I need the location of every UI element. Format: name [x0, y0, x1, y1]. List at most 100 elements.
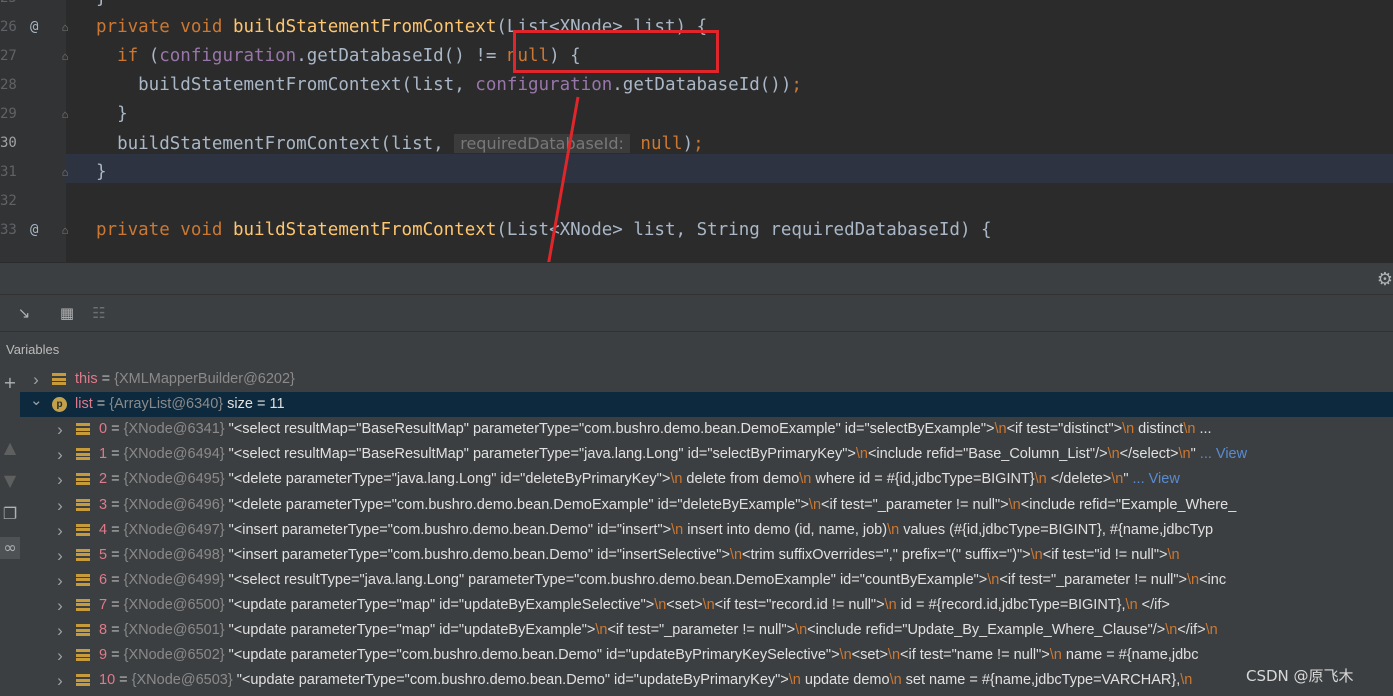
- equals-sign: =: [107, 571, 124, 588]
- chevron-right-icon[interactable]: ›: [54, 543, 66, 568]
- gutter-line[interactable]: 29 ⌂: [0, 100, 68, 129]
- variable-child-row[interactable]: › 0 = {XNode@6341} "<select resultMap="Ba…: [20, 417, 1393, 442]
- equals-sign: =: [107, 596, 124, 613]
- override-marker-icon[interactable]: @: [30, 13, 38, 42]
- chevron-right-icon[interactable]: ›: [54, 568, 66, 593]
- code-line[interactable]: }: [66, 158, 1393, 187]
- variable-value: "<update parameterType="com.bushro.demo.…: [224, 647, 1199, 664]
- chevron-right-icon[interactable]: ›: [54, 593, 66, 618]
- chevron-right-icon[interactable]: ›: [54, 643, 66, 668]
- code-token: private: [96, 17, 181, 37]
- variable-ref: {XNode@6497}: [123, 521, 225, 538]
- variables-side-strip: + ▲ ▼ ❐ ∞: [0, 367, 20, 696]
- code-token: }: [96, 162, 107, 182]
- code-token: if: [96, 46, 149, 66]
- code-line-current[interactable]: buildStatementFromContext(list, required…: [66, 129, 1393, 158]
- variables-header: Variables: [0, 331, 1393, 368]
- step-cursor-icon[interactable]: ↘: [13, 303, 35, 323]
- chevron-right-icon[interactable]: ›: [54, 467, 66, 492]
- code-token: configuration: [475, 75, 613, 95]
- variable-child-row[interactable]: › 10 = {XNode@6503} "<update parameterTyp…: [20, 668, 1393, 693]
- line-number: 30: [0, 135, 17, 151]
- variable-row[interactable]: › this = {XMLMapperBuilder@6202}: [20, 367, 1393, 392]
- variable-child-row[interactable]: › 6 = {XNode@6499} "<select resultType="j…: [20, 568, 1393, 593]
- code-token: buildStatementFromContext: [232, 220, 497, 240]
- code-editor[interactable]: 25}26@⌂private void buildStatementFromCo…: [0, 0, 1393, 262]
- code-line[interactable]: }: [66, 0, 1393, 13]
- gutter-line[interactable]: 30: [0, 129, 66, 158]
- chevron-right-icon[interactable]: ›: [54, 417, 66, 442]
- add-icon[interactable]: +: [0, 372, 20, 394]
- table-icon[interactable]: ▦: [56, 303, 78, 323]
- field-icon: [76, 649, 90, 662]
- arrow-up-icon[interactable]: ▲: [0, 437, 20, 459]
- variable-value: "<delete parameterType="java.lang.Long" …: [224, 471, 1180, 488]
- code-line[interactable]: if (configuration.getDatabaseId() != nul…: [66, 42, 1393, 71]
- code-line[interactable]: [66, 187, 1393, 216]
- field-icon: [52, 373, 66, 385]
- override-marker-icon[interactable]: @: [30, 216, 38, 245]
- variable-ref: {XNode@6503}: [131, 672, 233, 689]
- variable-name: 10: [99, 672, 116, 689]
- variable-name: 8: [99, 622, 108, 638]
- watermark: CSDN @原飞木: [1246, 667, 1354, 685]
- chevron-right-icon[interactable]: ›: [54, 442, 66, 467]
- variable-name: 6: [99, 571, 108, 588]
- debug-panel-header: ⚙: [0, 262, 1393, 295]
- variable-child-row[interactable]: › 4 = {XNode@6497} "<insert parameterType…: [20, 518, 1393, 543]
- equals-sign: =: [107, 647, 124, 664]
- variable-value: "<update parameterType="map" id="updateB…: [224, 596, 1170, 613]
- variable-child-row[interactable]: › 9 = {XNode@6502} "<update parameterType…: [20, 643, 1393, 668]
- variable-value: size = 11: [223, 396, 285, 413]
- chevron-down-icon[interactable]: ⌄: [30, 388, 43, 413]
- variable-ref: {XNode@6494}: [123, 446, 225, 463]
- chevron-right-icon[interactable]: ›: [54, 493, 66, 518]
- code-line[interactable]: private void buildStatementFromContext(L…: [66, 216, 1393, 245]
- gear-icon[interactable]: ⚙: [1377, 269, 1393, 290]
- arrow-down-icon[interactable]: ▼: [0, 470, 20, 492]
- variable-child-row[interactable]: › 2 = {XNode@6495} "<delete parameterType…: [20, 467, 1393, 492]
- glasses-icon[interactable]: ∞: [0, 537, 20, 559]
- chevron-right-icon[interactable]: ›: [54, 668, 66, 693]
- chevron-right-icon[interactable]: ›: [54, 518, 66, 543]
- code-line[interactable]: buildStatementFromContext(list, configur…: [66, 71, 1393, 100]
- variable-child-row[interactable]: › 1 = {XNode@6494} "<select resultMap="Ba…: [20, 442, 1393, 467]
- variable-row[interactable]: ⌄ p list = {ArrayList@6340} size = 11: [20, 392, 1393, 418]
- line-number: 26: [0, 19, 17, 35]
- field-icon: [76, 598, 90, 611]
- variable-value: "<select resultType="java.lang.Long" par…: [224, 571, 1227, 588]
- code-token: ;: [791, 75, 802, 95]
- code-token: }: [96, 0, 107, 8]
- field-icon: [76, 548, 90, 561]
- code-line[interactable]: }: [66, 100, 1393, 129]
- gutter-line[interactable]: 33 @ ⌂: [0, 216, 68, 245]
- code-line[interactable]: private void buildStatementFromContext(L…: [66, 13, 1393, 42]
- variable-name: 1: [99, 446, 108, 463]
- variable-name: 3: [99, 496, 108, 513]
- gutter-line[interactable]: 26 @ ⌂: [0, 13, 68, 42]
- equals-sign: =: [107, 622, 124, 638]
- grid-off-icon[interactable]: ☷: [88, 303, 110, 323]
- variable-child-row[interactable]: › 8 = {XNode@6501} "<update parameterType…: [20, 618, 1393, 643]
- code-token: ): [682, 134, 694, 154]
- field-icon: [76, 498, 90, 511]
- variables-tree[interactable]: › this = {XMLMapperBuilder@6202} ⌄ p list = …: [20, 367, 1393, 696]
- code-token: buildStatementFromContext: [232, 17, 497, 37]
- copy-icon[interactable]: ❐: [0, 503, 20, 525]
- code-token: ;: [693, 134, 704, 154]
- variable-child-row[interactable]: › 7 = {XNode@6500} "<update parameterType…: [20, 593, 1393, 618]
- line-number: 29: [0, 106, 17, 122]
- equals-sign: =: [115, 672, 132, 689]
- gutter-line[interactable]: 31 ⌂: [0, 158, 68, 187]
- variable-child-row[interactable]: › 3 = {XNode@6496} "<delete parameterType…: [20, 493, 1393, 518]
- gutter-line[interactable]: 28: [0, 71, 66, 100]
- chevron-right-icon[interactable]: ›: [54, 618, 66, 643]
- debug-toolbar: ↘ ▦ ☷: [0, 294, 1393, 331]
- gutter-line[interactable]: 25: [0, 0, 66, 13]
- variable-value: "<insert parameterType="com.bushro.demo.…: [224, 521, 1214, 538]
- code-token: null: [629, 134, 683, 154]
- gutter-line[interactable]: 27 ⌂: [0, 42, 68, 71]
- gutter-line[interactable]: 32: [0, 187, 66, 216]
- variable-value: "<insert parameterType="com.bushro.demo.…: [224, 546, 1180, 563]
- variable-child-row[interactable]: › 5 = {XNode@6498} "<insert parameterType…: [20, 543, 1393, 568]
